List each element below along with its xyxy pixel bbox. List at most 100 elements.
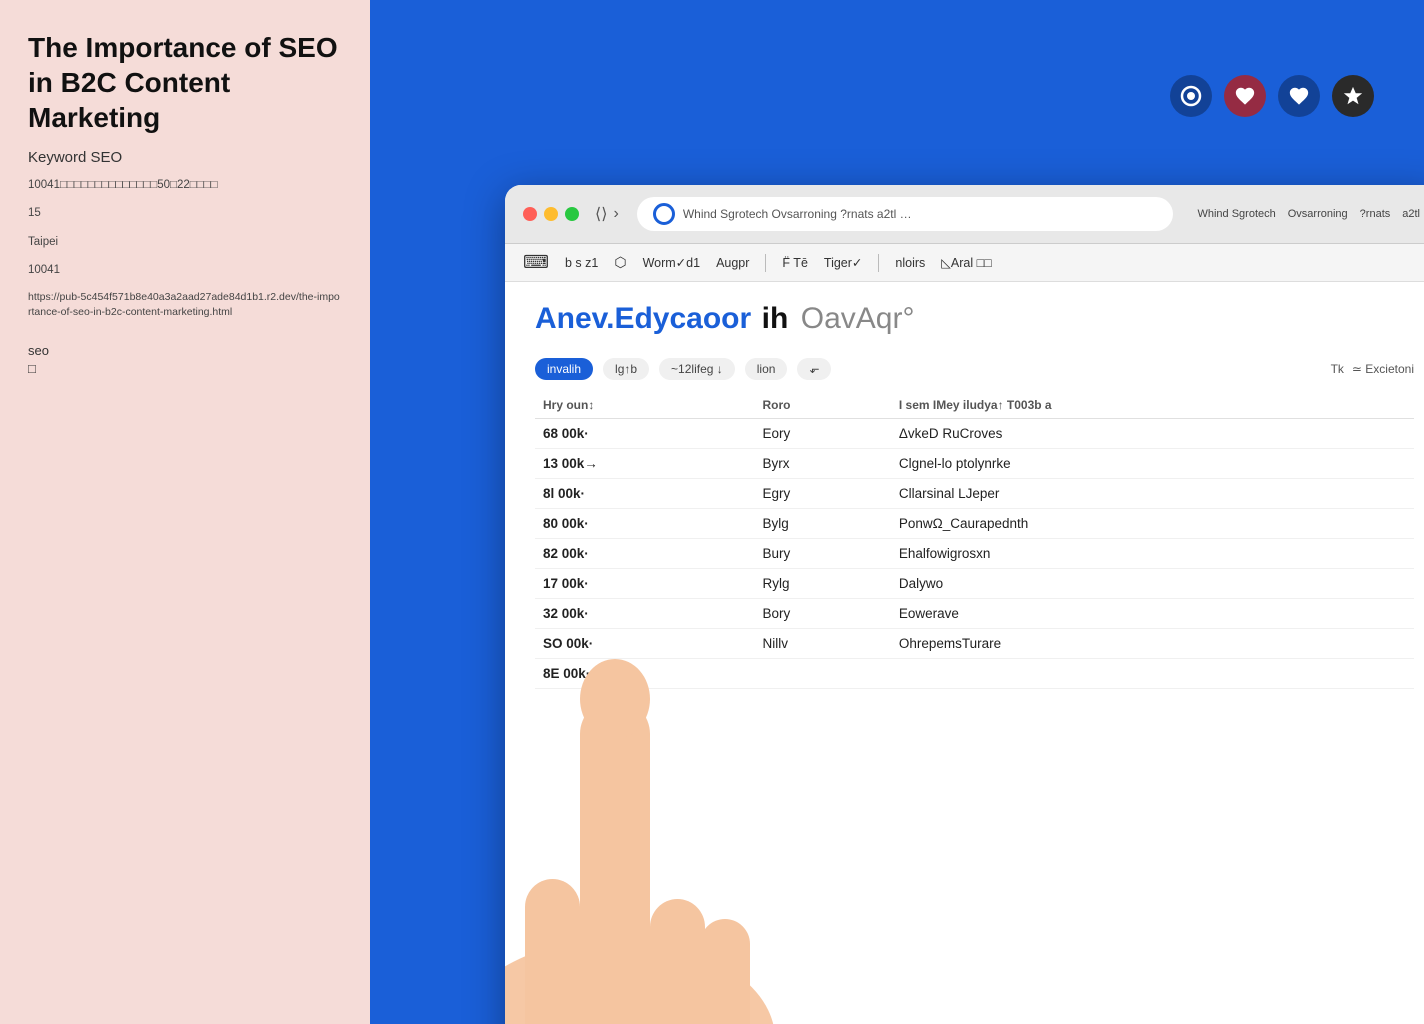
filter-pill-3[interactable]: ~12lifeg ↓ (659, 358, 735, 380)
sidebar-meta-2: 15 (28, 204, 342, 222)
nav-arrows: ⟨⟩ › (595, 204, 619, 224)
table-row: 82 00k· Bury Ehalfowigrosxn (535, 539, 1414, 569)
sidebar-meta-1: 10041□□□□□□□□□□□□□□50□22□□□□ (28, 176, 342, 194)
traffic-light-green[interactable] (565, 207, 579, 221)
toolbar-item-2[interactable]: Worm✓d1 (643, 255, 700, 270)
table-row: 32 00k· Bory Eowerave (535, 599, 1414, 629)
toolbar-sep-1 (765, 254, 766, 272)
cell-desc-9 (891, 659, 1414, 689)
col-header-vol: Hry oun↕ (535, 392, 754, 419)
cell-desc-1: ΔvkeD RuCroves (891, 419, 1414, 449)
filter-pill-4[interactable]: lion (745, 358, 788, 380)
filter-pill-2[interactable]: lg↑b (603, 358, 649, 380)
top-bar-icons (1170, 75, 1374, 117)
toolbar-sep-2 (878, 254, 879, 272)
cell-roro-6: Rylg (754, 569, 890, 599)
col-header-desc: I sem IMey iludya↑ T003b a (891, 392, 1414, 419)
cell-desc-8: OhrepemsTurare (891, 629, 1414, 659)
toolbar-item-share[interactable]: ⬡ (614, 254, 626, 271)
cell-desc-2: Clgnel-lo ptolynrke (891, 449, 1414, 479)
traffic-lights (523, 207, 579, 221)
cell-vol-6: 17 00k· (535, 569, 754, 599)
toolbar-item-icon[interactable]: ⌨ (523, 252, 549, 273)
address-bar[interactable]: Whind Sgrotech Ovsarroning ?rnats a2tl … (637, 197, 1174, 231)
sidebar: The Importance of SEO in B2C Content Mar… (0, 0, 370, 1024)
top-icon-4 (1332, 75, 1374, 117)
col-header-roro: Roro (754, 392, 890, 419)
table-row: SO 00k· Nillv OhrepemsTurare (535, 629, 1414, 659)
table-row: 8l 00k· Egry Cllarsinal LJeper (535, 479, 1414, 509)
cell-roro-7: Bory (754, 599, 890, 629)
cell-vol-3: 8l 00k· (535, 479, 754, 509)
toolbar-item-1[interactable]: b s z1 (565, 256, 598, 270)
toolbar-item-5[interactable]: Tiger✓ (824, 255, 863, 270)
cell-vol-1: 68 00k· (535, 419, 754, 449)
browser-chrome: ⟨⟩ › Whind Sgrotech Ovsarroning ?rnats a… (505, 185, 1424, 244)
cell-vol-8: SO 00k· (535, 629, 754, 659)
cell-vol-5: 82 00k· (535, 539, 754, 569)
cell-desc-5: Ehalfowigrosxn (891, 539, 1414, 569)
sidebar-subtitle: Keyword SEO (28, 149, 342, 166)
browser-content: Anev.Edycaoor ih OavAqr° invalih lg↑b ~1… (505, 282, 1424, 1024)
cell-desc-4: PonwΩ_Caurapednth (891, 509, 1414, 539)
cell-roro-9 (754, 659, 890, 689)
traffic-light-red[interactable] (523, 207, 537, 221)
toolbar-item-6[interactable]: nloirs (895, 256, 925, 270)
content-header: Anev.Edycaoor ih OavAqr° (535, 302, 1414, 336)
sidebar-tags: seo □ (28, 343, 342, 376)
browser-tab-3[interactable]: ?rnats (1354, 208, 1397, 220)
top-icon-3 (1278, 75, 1320, 117)
browser-tab-1[interactable]: Whind Sgrotech (1191, 208, 1281, 220)
cell-roro-4: Bylg (754, 509, 890, 539)
content-title-suffix: OavAqr° (801, 302, 915, 335)
browser-toolbar: ⌨ b s z1 ⬡ Worm✓d1 Augpr F̈ Tē Tiger✓ nl… (505, 244, 1424, 282)
toolbar-item-3[interactable]: Augpr (716, 256, 749, 270)
filter-action-1[interactable]: Tk (1331, 362, 1344, 376)
forward-icon[interactable]: › (613, 205, 618, 223)
cell-roro-3: Egry (754, 479, 890, 509)
cell-roro-5: Bury (754, 539, 890, 569)
browser-window: ⟨⟩ › Whind Sgrotech Ovsarroning ?rnats a… (505, 185, 1424, 1024)
table-row: 13 00k→ Byrx Clgnel-lo ptolynrke (535, 449, 1414, 479)
data-table: Hry oun↕ Roro I sem IMey iludya↑ T003b a… (535, 392, 1414, 689)
table-row: 68 00k· Eory ΔvkeD RuCroves (535, 419, 1414, 449)
filter-pill-5[interactable]: ⬐ (797, 358, 831, 380)
filter-pill-main[interactable]: invalih (535, 358, 593, 380)
cell-vol-2: 13 00k→ (535, 449, 754, 479)
address-text: Whind Sgrotech Ovsarroning ?rnats a2tl … (683, 207, 912, 221)
address-circle-icon (653, 203, 675, 225)
cell-desc-6: Dalywo (891, 569, 1414, 599)
cell-vol-4: 80 00k· (535, 509, 754, 539)
table-row: 80 00k· Bylg PonwΩ_Caurapednth (535, 509, 1414, 539)
filter-row: invalih lg↑b ~12lifeg ↓ lion ⬐ Tk ≃ Exci… (535, 350, 1414, 392)
cell-vol-9: 8E 00k· (535, 659, 754, 689)
browser-tab-4[interactable]: a2tl (1396, 208, 1424, 220)
sidebar-tag-1: seo (28, 343, 342, 358)
cell-roro-8: Nillv (754, 629, 890, 659)
toolbar-item-4[interactable]: F̈ Tē (782, 256, 807, 270)
sidebar-tag-2: □ (28, 361, 342, 376)
top-icon-1 (1170, 75, 1212, 117)
table-body: 68 00k· Eory ΔvkeD RuCroves 13 00k→ Byrx… (535, 419, 1414, 689)
table-row: 17 00k· Rylg Dalywo (535, 569, 1414, 599)
sidebar-meta-3: Taipei (28, 233, 342, 251)
cell-vol-7: 32 00k· (535, 599, 754, 629)
traffic-light-yellow[interactable] (544, 207, 558, 221)
back-icon[interactable]: ⟨⟩ (595, 204, 607, 224)
sidebar-url: https://pub-5c454f571b8e40a3a2aad27ade84… (28, 290, 342, 322)
table-row: 8E 00k· (535, 659, 1414, 689)
cell-roro-1: Eory (754, 419, 890, 449)
browser-tabs: Whind Sgrotech Ovsarroning ?rnats a2tl (1191, 208, 1424, 220)
cell-desc-3: Cllarsinal LJeper (891, 479, 1414, 509)
table-header: Hry oun↕ Roro I sem IMey iludya↑ T003b a (535, 392, 1414, 419)
filter-action-2[interactable]: ≃ Excietoni (1352, 362, 1414, 376)
content-title-part2: ih (762, 302, 789, 335)
page-title: The Importance of SEO in B2C Content Mar… (28, 30, 342, 135)
toolbar-item-7[interactable]: ◺Aral □□ (941, 255, 991, 270)
sidebar-meta-4: 10041 (28, 261, 342, 279)
browser-tab-2[interactable]: Ovsarroning (1282, 208, 1354, 220)
content-main-title: Anev.Edycaoor (535, 302, 751, 335)
cell-roro-2: Byrx (754, 449, 890, 479)
cell-desc-7: Eowerave (891, 599, 1414, 629)
top-icon-2 (1224, 75, 1266, 117)
